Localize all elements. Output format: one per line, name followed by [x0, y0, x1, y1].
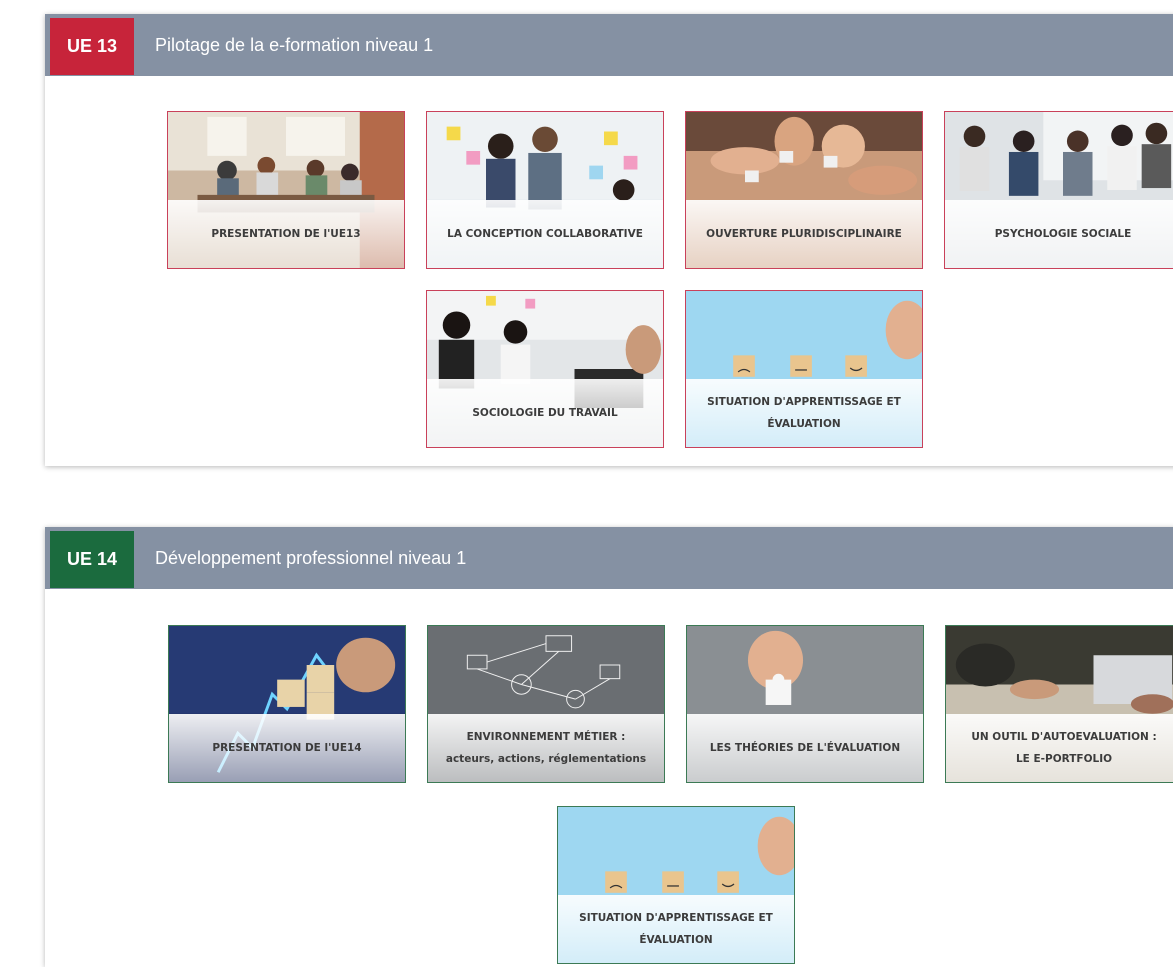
card-label: SITUATION D'APPRENTISSAGE ET ÉVALUATION — [558, 895, 794, 963]
course-card-presentation-ue14[interactable]: PRESENTATION DE l'UE14 — [168, 625, 406, 783]
course-card-e-portfolio[interactable]: UN OUTIL D'AUTOEVALUATION : LE E-PORTFOLI… — [945, 625, 1173, 783]
card-label: UN OUTIL D'AUTOEVALUATION : LE E-PORTFOLI… — [946, 714, 1173, 782]
card-label: PRESENTATION DE l'UE13 — [168, 200, 404, 268]
card-label: SOCIOLOGIE DU TRAVAIL — [427, 379, 663, 447]
card-label: PRESENTATION DE l'UE14 — [169, 714, 405, 782]
course-card-environnement-metier[interactable]: ENVIRONNEMENT MÉTIER : acteurs, actions, … — [427, 625, 665, 783]
card-label: LES THÉORIES DE L'ÉVALUATION — [687, 714, 923, 782]
module-title: Pilotage de la e-formation niveau 1 — [155, 35, 434, 55]
course-card-psychologie-sociale[interactable]: PSYCHOLOGIE SOCIALE — [944, 111, 1173, 269]
module-badge: UE 13 — [50, 18, 134, 75]
course-card-situation-apprentissage-ue14[interactable]: SITUATION D'APPRENTISSAGE ET ÉVALUATION — [557, 806, 795, 964]
module-header: UE 14 Développement professionnel niveau… — [45, 527, 1173, 589]
course-card-ouverture-pluridisciplinaire[interactable]: OUVERTURE PLURIDISCIPLINAIRE — [685, 111, 923, 269]
course-card-presentation-ue13[interactable]: PRESENTATION DE l'UE13 — [167, 111, 405, 269]
module-header: UE 13 Pilotage de la e-formation niveau … — [45, 14, 1173, 76]
card-label: ENVIRONNEMENT MÉTIER : acteurs, actions, … — [428, 714, 664, 782]
course-card-situation-apprentissage[interactable]: SITUATION D'APPRENTISSAGE ET ÉVALUATION — [685, 290, 923, 448]
card-label: OUVERTURE PLURIDISCIPLINAIRE — [686, 200, 922, 268]
module-badge: UE 14 — [50, 531, 134, 588]
card-label: PSYCHOLOGIE SOCIALE — [945, 200, 1173, 268]
card-label: LA CONCEPTION COLLABORATIVE — [427, 200, 663, 268]
course-card-sociologie-du-travail[interactable]: SOCIOLOGIE DU TRAVAIL — [426, 290, 664, 448]
module-title: Développement professionnel niveau 1 — [155, 548, 467, 568]
card-label: SITUATION D'APPRENTISSAGE ET ÉVALUATION — [686, 379, 922, 447]
module-ue14: UE 14 Développement professionnel niveau… — [45, 527, 1173, 967]
course-card-conception-collaborative[interactable]: LA CONCEPTION COLLABORATIVE — [426, 111, 664, 269]
course-card-theories-evaluation[interactable]: LES THÉORIES DE L'ÉVALUATION — [686, 625, 924, 783]
module-ue13: UE 13 Pilotage de la e-formation niveau … — [45, 14, 1173, 466]
